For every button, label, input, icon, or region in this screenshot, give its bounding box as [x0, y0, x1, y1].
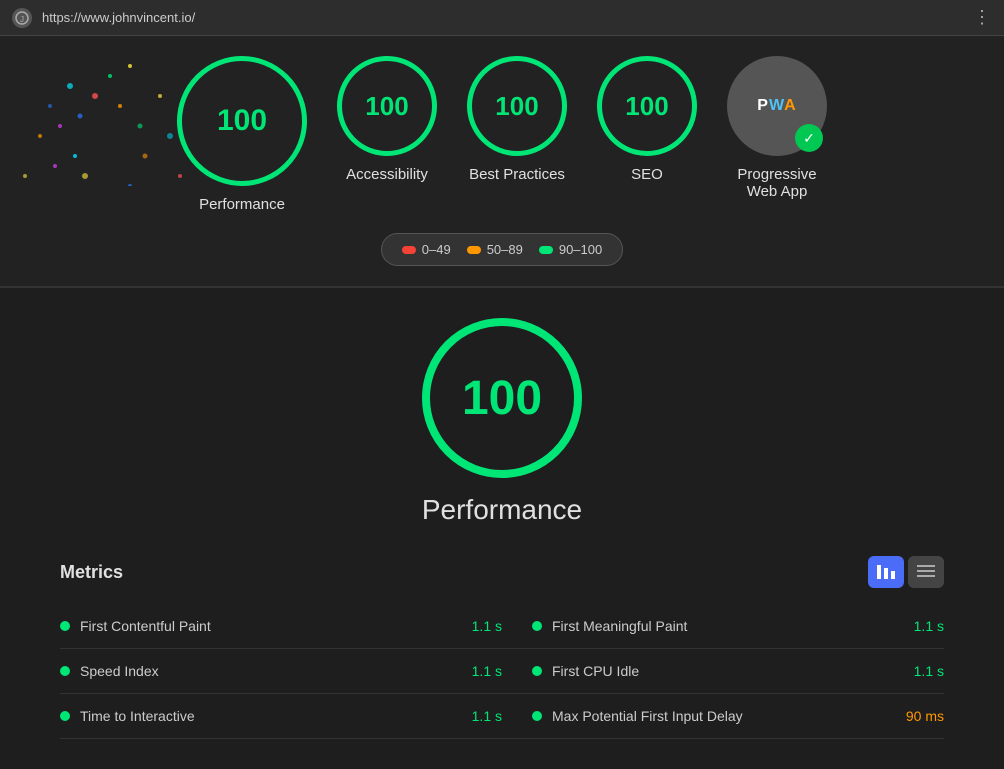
legend-item-green: 90–100	[539, 242, 602, 257]
accessibility-label: Accessibility	[346, 166, 428, 183]
browser-menu-icon[interactable]: ⋮	[973, 7, 992, 28]
seo-circle: 100	[597, 56, 697, 156]
metric-name-tti: Time to Interactive	[80, 708, 462, 724]
metric-name-fcp: First Contentful Paint	[80, 618, 462, 634]
scores-row: 100 Performance 100 Accessibility 100 Be…	[0, 56, 1004, 213]
toggle-bar-button[interactable]	[868, 556, 904, 588]
metric-dot-fmp	[532, 621, 542, 631]
legend-range-green: 90–100	[559, 242, 602, 257]
svg-text:J: J	[20, 15, 24, 24]
score-item-seo: 100 SEO	[597, 56, 697, 183]
metrics-title: Metrics	[60, 562, 123, 583]
metric-name-si: Speed Index	[80, 663, 462, 679]
toggle-list-button[interactable]	[908, 556, 944, 588]
metric-name-fci: First CPU Idle	[552, 663, 904, 679]
performance-circle: 100	[177, 56, 307, 186]
metric-value-fmp: 1.1 s	[914, 618, 944, 634]
legend-range-orange: 50–89	[487, 242, 523, 257]
metric-row-tti: Time to Interactive 1.1 s	[60, 694, 502, 739]
legend-dot-green	[539, 246, 553, 254]
list-icon	[917, 565, 935, 579]
metric-value-si: 1.1 s	[472, 663, 502, 679]
legend-row: 0–49 50–89 90–100	[0, 233, 1004, 266]
perf-title: Performance	[422, 494, 582, 526]
legend-dot-red	[402, 246, 416, 254]
metric-dot-fci	[532, 666, 542, 676]
perf-large-circle: 100	[422, 318, 582, 478]
pwa-text: PWA	[757, 97, 796, 115]
score-item-best-practices: 100 Best Practices	[467, 56, 567, 183]
metric-row-fci: First CPU Idle 1.1 s	[502, 649, 944, 694]
metrics-grid: First Contentful Paint 1.1 s First Meani…	[60, 604, 944, 739]
site-icon: J	[12, 8, 32, 28]
main-section: 100 Performance Metrics	[0, 288, 1004, 769]
metric-row-fcp: First Contentful Paint 1.1 s	[60, 604, 502, 649]
browser-url: https://www.johnvincent.io/	[42, 10, 963, 25]
score-item-performance: 100 Performance	[177, 56, 307, 213]
legend-item-red: 0–49	[402, 242, 451, 257]
score-item-accessibility: 100 Accessibility	[337, 56, 437, 183]
seo-label: SEO	[631, 166, 663, 183]
metric-value-mpfid: 90 ms	[906, 708, 944, 724]
metric-row-fmp: First Meaningful Paint 1.1 s	[502, 604, 944, 649]
best-practices-circle: 100	[467, 56, 567, 156]
bar-chart-icon	[877, 565, 895, 579]
best-practices-label: Best Practices	[469, 166, 565, 183]
pwa-label: Progressive Web App	[737, 166, 816, 200]
browser-bar: J https://www.johnvincent.io/ ⋮	[0, 0, 1004, 36]
metric-dot-mpfid	[532, 711, 542, 721]
view-toggle	[868, 556, 944, 588]
metric-value-fci: 1.1 s	[914, 663, 944, 679]
score-item-pwa: PWA ✓ Progressive Web App	[727, 56, 827, 200]
legend-dot-orange	[467, 246, 481, 254]
perf-hero: 100 Performance	[60, 318, 944, 526]
legend-item-orange: 50–89	[467, 242, 523, 257]
pwa-circle: PWA ✓	[727, 56, 827, 156]
metric-name-fmp: First Meaningful Paint	[552, 618, 904, 634]
metric-name-mpfid: Max Potential First Input Delay	[552, 708, 896, 724]
legend-range-red: 0–49	[422, 242, 451, 257]
metric-dot-fcp	[60, 621, 70, 631]
metrics-header: Metrics	[60, 556, 944, 588]
metric-row-mpfid: Max Potential First Input Delay 90 ms	[502, 694, 944, 739]
metric-value-tti: 1.1 s	[472, 708, 502, 724]
performance-label: Performance	[199, 196, 285, 213]
metric-row-si: Speed Index 1.1 s	[60, 649, 502, 694]
legend-pill: 0–49 50–89 90–100	[381, 233, 623, 266]
accessibility-circle: 100	[337, 56, 437, 156]
metric-dot-tti	[60, 711, 70, 721]
metric-value-fcp: 1.1 s	[472, 618, 502, 634]
metric-dot-si	[60, 666, 70, 676]
pwa-check-icon: ✓	[795, 124, 823, 152]
top-section: 100 Performance 100 Accessibility 100 Be…	[0, 36, 1004, 288]
